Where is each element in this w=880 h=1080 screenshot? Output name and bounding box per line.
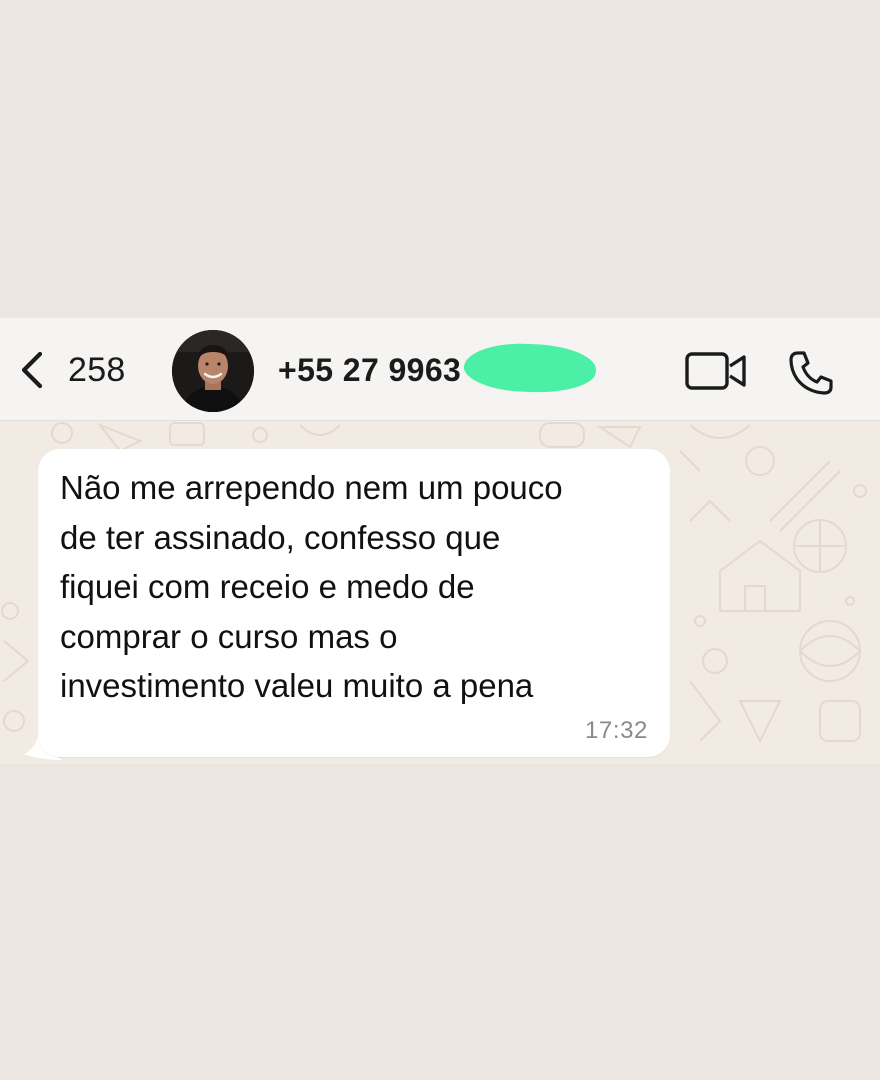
unread-count: 258: [68, 350, 126, 389]
message-line: investimento valeu muito a pena: [60, 667, 534, 705]
chat-header: 258 +55 27 9963: [0, 318, 880, 421]
back-button[interactable]: 258: [16, 348, 126, 392]
contact-name[interactable]: +55 27 9963: [278, 352, 461, 389]
message-bubble[interactable]: Não me arrependo nem um pouco de ter ass…: [38, 449, 670, 757]
phone-icon[interactable]: [786, 348, 836, 398]
video-camera-icon[interactable]: [684, 351, 748, 391]
redaction-mark: [462, 340, 598, 396]
chevron-left-icon: [21, 351, 43, 389]
message-line: fiquei com receio e medo de: [60, 568, 475, 606]
message-time: 17:32: [584, 717, 648, 744]
message-text: Não me arrependo nem um pouco de ter ass…: [60, 463, 660, 711]
message-line: de ter assinado, confesso que: [60, 518, 501, 556]
avatar-photo: [172, 330, 254, 412]
chat-screenshot: 258 +55 27 9963 Não me arrependo nem um …: [0, 318, 880, 764]
message-line: Não me arrependo nem um pouco: [60, 469, 563, 506]
message-line: comprar o curso mas o: [60, 617, 398, 655]
avatar[interactable]: [172, 330, 254, 412]
